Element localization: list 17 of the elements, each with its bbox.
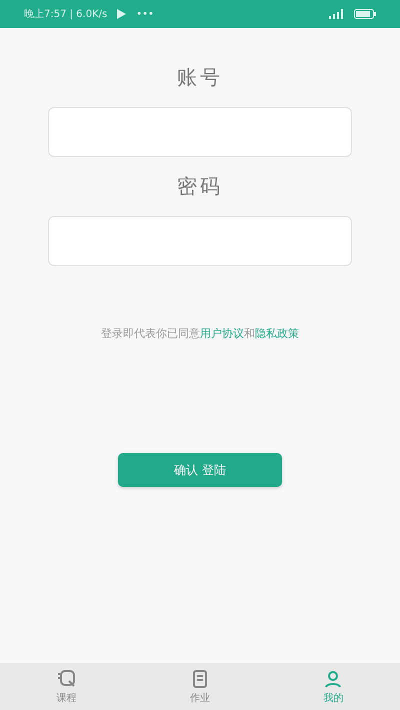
more-indicator: ••• xyxy=(136,8,154,20)
input-field[interactable] xyxy=(48,216,352,266)
link[interactable]: 隐私政策 xyxy=(255,327,299,340)
tab[interactable]: 作业 xyxy=(133,663,267,710)
tab[interactable]: 课程 xyxy=(0,663,134,710)
agreement-text: 登录即代表你已同意用户协议和隐私政策 xyxy=(101,326,299,341)
battery-icon xyxy=(354,9,376,19)
play-icon xyxy=(117,9,126,19)
field-label: 账号 xyxy=(177,64,223,91)
status-time: 晚上7:57 | 6.0K/s xyxy=(24,8,108,21)
signal-icon xyxy=(328,9,344,19)
link[interactable]: 用户协议 xyxy=(200,327,244,340)
input-field[interactable] xyxy=(48,107,352,157)
person-icon xyxy=(323,668,344,688)
login-button[interactable]: 确认 登陆 xyxy=(118,453,282,487)
tab[interactable]: 我的 xyxy=(266,663,400,710)
field-label: 密码 xyxy=(177,173,223,200)
